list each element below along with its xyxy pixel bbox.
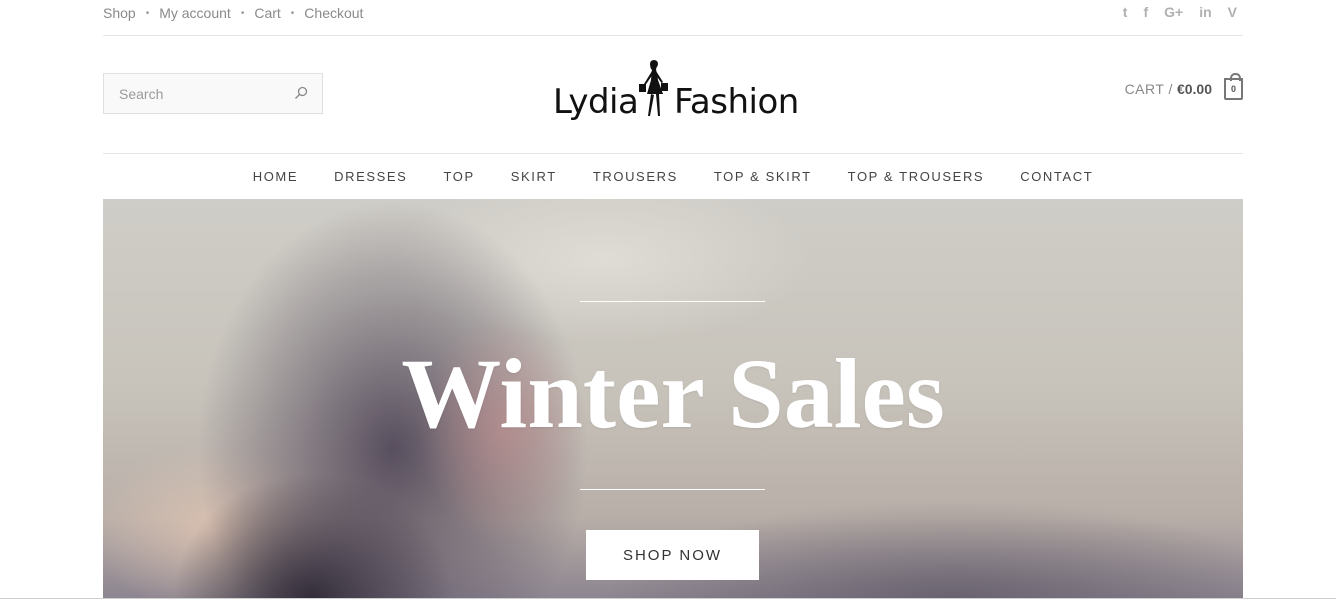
social-links: t f G+ in V — [1123, 4, 1237, 20]
nav-item-top-skirt[interactable]: TOP & SKIRT — [714, 169, 812, 184]
site-logo[interactable]: Lydia Fashion — [550, 58, 799, 128]
top-link-cart[interactable]: Cart — [254, 5, 280, 21]
cart-bag-icon[interactable]: 0 — [1224, 73, 1243, 100]
separator-dot: • — [240, 7, 245, 19]
nav-item-trousers[interactable]: TROUSERS — [593, 169, 678, 184]
search-input[interactable] — [104, 74, 284, 113]
nav-item-dresses[interactable]: DRESSES — [334, 169, 407, 184]
cart-count: 0 — [1230, 84, 1236, 94]
search-box — [103, 73, 323, 114]
top-link-my-account[interactable]: My account — [159, 5, 231, 21]
separator-dot: • — [290, 7, 295, 19]
site-header: Lydia Fashion CART / €0.00 0 — [103, 36, 1243, 154]
logo-word-fashion: Fashion — [674, 82, 799, 122]
nav-item-top-trousers[interactable]: TOP & TROUSERS — [848, 169, 985, 184]
header-cart[interactable]: CART / €0.00 0 — [1125, 73, 1243, 100]
hero-divider-bottom — [580, 489, 765, 490]
separator-dot: • — [145, 7, 150, 19]
main-nav: HOME DRESSES TOP SKIRT TROUSERS TOP & SK… — [103, 154, 1243, 199]
nav-item-top[interactable]: TOP — [443, 169, 474, 184]
nav-item-home[interactable]: HOME — [253, 169, 298, 184]
vimeo-icon[interactable]: V — [1228, 4, 1237, 20]
logo-word-lydia: Lydia — [553, 82, 639, 122]
hero-divider-top — [580, 301, 765, 302]
twitter-icon[interactable]: t — [1123, 4, 1128, 20]
search-icon[interactable] — [294, 86, 308, 100]
google-plus-icon[interactable]: G+ — [1164, 4, 1183, 20]
top-links: Shop • My account • Cart • Checkout — [103, 5, 363, 21]
woman-silhouette-icon — [639, 60, 668, 116]
cart-label[interactable]: CART / — [1125, 81, 1173, 97]
hero-title: Winter Sales — [401, 338, 945, 449]
top-link-shop[interactable]: Shop — [103, 5, 136, 21]
hero-banner: Winter Sales SHOP NOW — [103, 199, 1243, 598]
nav-item-skirt[interactable]: SKIRT — [511, 169, 557, 184]
nav-item-contact[interactable]: CONTACT — [1020, 169, 1093, 184]
cart-amount[interactable]: €0.00 — [1177, 81, 1212, 97]
shop-now-button[interactable]: SHOP NOW — [586, 530, 759, 580]
page-bottom-divider — [0, 598, 1336, 599]
facebook-icon[interactable]: f — [1143, 4, 1148, 20]
top-bar: Shop • My account • Cart • Checkout t f … — [103, 0, 1243, 36]
linkedin-icon[interactable]: in — [1199, 4, 1211, 20]
top-link-checkout[interactable]: Checkout — [304, 5, 363, 21]
